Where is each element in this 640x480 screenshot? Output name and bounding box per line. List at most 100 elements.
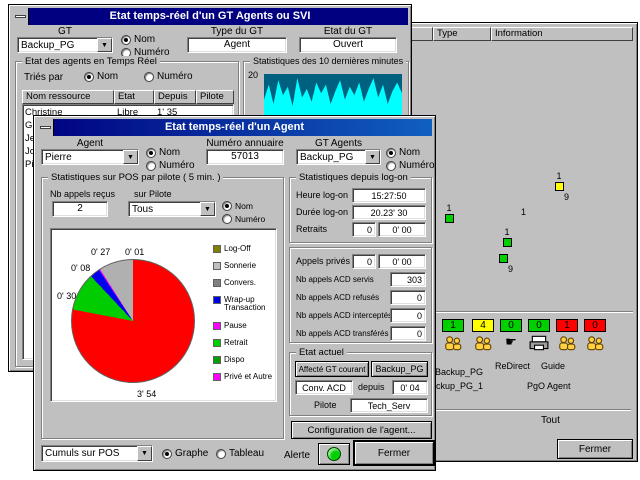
pilote-numero-radio[interactable]: Numéro — [222, 214, 265, 224]
chevron-down-icon[interactable]: ▼ — [200, 202, 215, 216]
gt-window-titlebar[interactable]: Etat temps-réel d'un GT Agents ou SVI — [12, 8, 408, 25]
col-depuis[interactable]: Depuis — [154, 90, 196, 104]
queue-count-box[interactable]: 4 — [472, 319, 494, 332]
pie-value-label: 0' 08 — [71, 263, 90, 273]
legend-item: Pause — [213, 322, 275, 330]
queue-count-box[interactable]: 0 — [528, 319, 550, 332]
legend-swatch — [213, 322, 221, 330]
col-nom-ressource[interactable]: Nom ressource — [22, 90, 114, 104]
queue-count-box[interactable]: 0 — [500, 319, 522, 332]
gtagents-nom-radio[interactable]: Nom — [386, 147, 420, 158]
chevron-down-icon[interactable]: ▼ — [365, 150, 380, 164]
column-header-information[interactable]: Information — [491, 27, 633, 41]
pie-chart — [71, 259, 195, 383]
legend-item: Sonnerie — [213, 262, 275, 270]
divider — [429, 311, 633, 313]
radio-label: Numéro — [159, 160, 195, 171]
tri-numero-radio[interactable]: Numéro — [144, 71, 193, 82]
legend-item: Retrait — [213, 339, 275, 347]
graphe-radio[interactable]: Graphe — [162, 448, 208, 459]
agents-icon[interactable] — [442, 335, 464, 353]
agents-icon[interactable] — [584, 335, 606, 353]
agent-numero-radio[interactable]: Numéro — [146, 160, 195, 171]
type-du-gt-label: Type du GT — [187, 26, 287, 37]
radio-label: Graphe — [175, 448, 208, 459]
pie-value-label: 0' 01 — [125, 247, 144, 257]
legend-label: Dispo — [224, 356, 244, 364]
agent-window-title: Etat temps-réel d'un Agent — [165, 121, 304, 133]
agent-combobox[interactable]: Pierre ▼ — [41, 149, 139, 165]
gtagents-numero-radio[interactable]: Numéro — [386, 160, 435, 171]
cumuls-combobox[interactable]: Cumuls sur POS ▼ — [41, 445, 153, 462]
gt-combobox[interactable]: Backup_PG ▼ — [17, 37, 113, 53]
type-du-gt-value: Agent — [187, 37, 287, 53]
sur-pilote-combobox[interactable]: Tous ▼ — [128, 201, 216, 217]
acd-interceptes-value: 0 — [390, 308, 426, 323]
marker-bottom-label: 9 — [493, 264, 513, 274]
printer-icon[interactable] — [528, 335, 550, 353]
retraits-label: Retraits — [296, 224, 327, 234]
pie-value-label: 0' 30 — [57, 291, 76, 301]
legend-swatch — [213, 279, 221, 287]
chevron-down-icon[interactable]: ▼ — [97, 38, 112, 52]
legend-swatch — [213, 262, 221, 270]
col-etat[interactable]: Etat — [114, 90, 154, 104]
logon-group-title: Statistiques depuis log-on — [296, 172, 411, 183]
radio-label: Nom — [159, 147, 180, 158]
state-marker[interactable]: 1 — [439, 203, 459, 224]
col-pilote[interactable]: Pilote — [196, 90, 234, 104]
pos-stats-group: Statistiques sur POS par pilote ( 5 min.… — [41, 177, 284, 439]
configuration-button[interactable]: Configuration de l'agent... — [291, 421, 432, 439]
pilote-nom-radio[interactable]: Nom — [222, 201, 253, 211]
affecte-gt-value-button[interactable]: Backup_PG — [371, 361, 428, 377]
column-header-type[interactable]: Type — [433, 27, 491, 41]
numero-annuaire-value[interactable]: 57013 — [206, 149, 284, 165]
agents-group-title: Etat des agents en Temps Réel — [22, 56, 160, 67]
legend-swatch — [213, 373, 221, 381]
heure-logon-label: Heure log-on — [296, 190, 348, 200]
queue-count-box[interactable]: 0 — [584, 319, 606, 332]
marker-top-label: 1 — [439, 203, 459, 213]
chevron-down-icon[interactable]: ▼ — [137, 446, 152, 461]
redirect-hand-icon[interactable]: ☛ — [500, 334, 522, 352]
group-label: Guide — [541, 361, 565, 371]
radio-label: Numéro — [235, 214, 265, 224]
alert-panel — [318, 443, 350, 465]
queue-count-box[interactable]: 1 — [556, 319, 578, 332]
legend-item: Dispo — [213, 356, 275, 364]
affecte-gt-button[interactable]: Affecté GT courant — [295, 361, 369, 377]
marker-top-label: 1 — [549, 171, 569, 181]
etat-actuel-title: Etat actuel — [296, 347, 347, 358]
state-marker[interactable]: 9 — [493, 253, 513, 274]
fermer-button[interactable]: Fermer — [557, 439, 633, 459]
chevron-down-icon[interactable]: ▼ — [123, 150, 138, 164]
state-square-icon — [555, 182, 564, 191]
gt-nom-radio[interactable]: Nom — [121, 34, 155, 45]
state-marker[interactable]: 1 — [497, 227, 517, 248]
gt-agents-combobox[interactable]: Backup_PG ▼ — [296, 149, 381, 165]
agents-icon[interactable] — [556, 335, 578, 353]
acd-servis-value: 303 — [390, 272, 426, 287]
system-menu-icon[interactable] — [37, 119, 54, 136]
queue-count-box[interactable]: 1 — [442, 319, 464, 332]
agents-icon[interactable] — [472, 335, 494, 353]
agent-window-titlebar[interactable]: Etat temps-réel d'un Agent — [37, 119, 432, 136]
pie-value-label: 0' 27 — [91, 247, 110, 257]
depuis-value: 0' 04 — [392, 380, 428, 395]
legend-label: Pause — [224, 322, 247, 330]
tries-par-label: Triés par — [24, 72, 63, 83]
legend-swatch — [213, 245, 221, 253]
tableau-radio[interactable]: Tableau — [216, 448, 264, 459]
agent-nom-radio[interactable]: Nom — [146, 147, 180, 158]
radio-label: Numéro — [399, 160, 435, 171]
appels-prives-count: 0 — [352, 254, 376, 269]
system-menu-icon[interactable] — [12, 8, 29, 25]
state-marker[interactable]: 1 9 — [549, 171, 569, 202]
group-label: ReDirect — [495, 361, 530, 371]
etat-actuel-group: Etat actuel Affecté GT courant Backup_PG… — [289, 352, 432, 416]
alerte-label: Alerte — [284, 450, 310, 461]
gt-label: GT — [17, 26, 113, 37]
fermer-button[interactable]: Fermer — [354, 441, 434, 465]
tri-nom-radio[interactable]: Nom — [84, 71, 118, 82]
cumuls-combobox-value: Cumuls sur POS — [45, 447, 136, 460]
